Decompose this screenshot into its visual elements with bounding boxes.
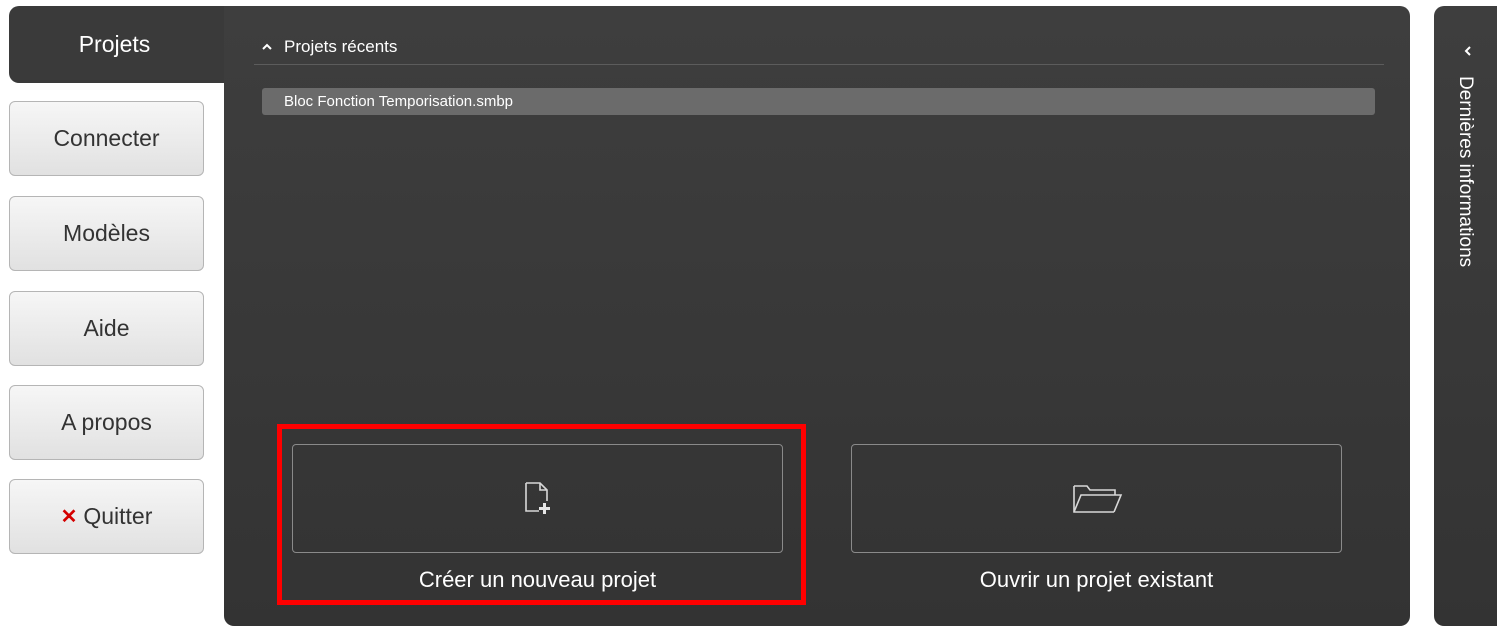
templates-button[interactable]: Modèles: [9, 196, 204, 271]
recent-projects-header[interactable]: Projets récents: [254, 30, 1384, 65]
open-project-label[interactable]: Ouvrir un projet existant: [851, 563, 1342, 597]
latest-info-title: Dernières informations: [1455, 76, 1476, 268]
quit-button[interactable]: ✕ Quitter: [9, 479, 204, 554]
close-icon: ✕: [60, 506, 78, 528]
connect-button-label: Connecter: [53, 125, 160, 151]
help-button-label: Aide: [83, 315, 130, 341]
about-button[interactable]: A propos: [9, 385, 204, 460]
folder-icon: [1072, 484, 1122, 513]
recent-project-item[interactable]: Bloc Fonction Temporisation.smbp: [262, 88, 1375, 115]
about-button-label: A propos: [61, 409, 152, 435]
quit-button-label: Quitter: [83, 503, 153, 529]
recent-projects-title: Projets récents: [284, 37, 398, 56]
tab-projets[interactable]: Projets: [9, 6, 240, 83]
new-project-button[interactable]: [292, 444, 783, 553]
help-button[interactable]: Aide: [9, 291, 204, 366]
open-project-button[interactable]: [851, 444, 1342, 553]
chevron-up-icon: [262, 43, 272, 50]
recent-project-name: Bloc Fonction Temporisation.smbp: [284, 93, 513, 110]
chevron-left-icon: [1464, 46, 1471, 56]
connect-button[interactable]: Connecter: [9, 101, 204, 176]
templates-button-label: Modèles: [63, 220, 150, 246]
new-file-icon: [524, 481, 550, 514]
tab-projets-label: Projets: [78, 31, 151, 57]
latest-info-panel[interactable]: Dernières informations: [1434, 6, 1497, 626]
new-project-label[interactable]: Créer un nouveau projet: [292, 563, 783, 597]
